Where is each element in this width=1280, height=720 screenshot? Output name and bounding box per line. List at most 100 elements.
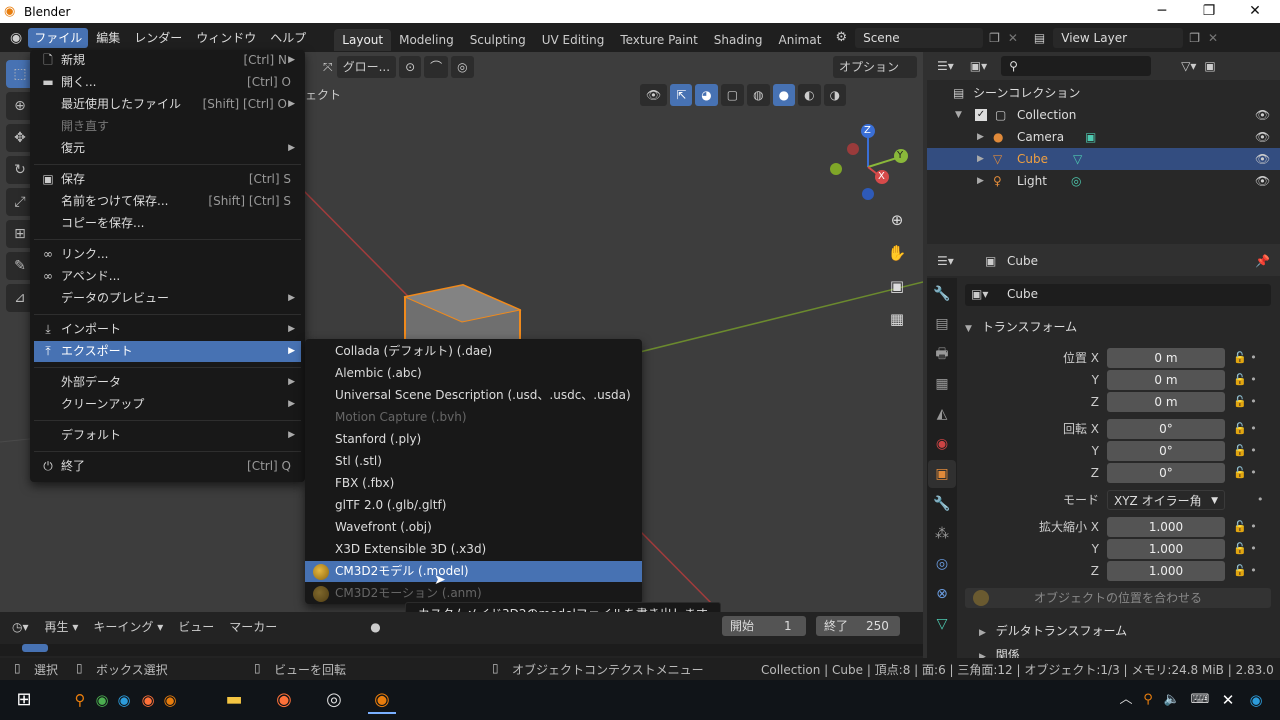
- timeline-editor-icon[interactable]: ◷▾: [12, 620, 29, 634]
- pivot-icon[interactable]: ⊙: [399, 56, 422, 78]
- data-tab-icon[interactable]: ▽: [928, 610, 956, 638]
- ortho-grid-icon[interactable]: ▦: [884, 306, 910, 332]
- menu-item-save[interactable]: ▣ 保存 [Ctrl] S: [34, 169, 301, 190]
- lock-icon[interactable]: 🔓 •: [1233, 419, 1257, 439]
- menu-edit[interactable]: 編集: [90, 28, 126, 48]
- xray-icon[interactable]: ▢: [720, 84, 745, 106]
- tab-modeling[interactable]: Modeling: [391, 29, 462, 51]
- export-fbx[interactable]: FBX (.fbx): [305, 473, 642, 494]
- transform-panel-header[interactable]: ▼ トランスフォーム: [965, 318, 1271, 338]
- outliner-collection[interactable]: ▼ ✓ ▢ Collection 👁: [927, 104, 1280, 126]
- eye-icon[interactable]: 👁: [1255, 126, 1270, 148]
- menu-item-save-copy[interactable]: コピーを保存...: [34, 213, 301, 234]
- display-mode-icon[interactable]: ▣▾: [970, 59, 987, 73]
- menu-item-recover[interactable]: 復元 ▶: [34, 138, 301, 159]
- options-dropdown[interactable]: オプション: [833, 56, 917, 78]
- view-layer-field[interactable]: View Layer: [1053, 27, 1184, 48]
- menu-file[interactable]: ファイル: [28, 27, 89, 48]
- menu-item-cleanup[interactable]: クリーンアップ ▶: [34, 394, 301, 415]
- eye-icon[interactable]: 👁: [1255, 148, 1270, 170]
- menu-item-quit[interactable]: ⏻ 終了 [Ctrl] Q: [34, 456, 301, 477]
- rotation-z-field[interactable]: 0°: [1107, 463, 1225, 483]
- lock-icon[interactable]: 🔓 •: [1233, 517, 1257, 537]
- notification-icon[interactable]: ◉: [1242, 686, 1270, 714]
- export-obj[interactable]: Wavefront (.obj): [305, 517, 642, 538]
- delete-view-layer-icon[interactable]: ✕: [1208, 31, 1218, 45]
- menu-item-save-as[interactable]: 名前をつけて保存... [Shift] [Ctrl] S: [34, 191, 301, 212]
- keyframe-dot-icon[interactable]: •: [1257, 490, 1264, 510]
- particles-tab-icon[interactable]: ⁂: [928, 520, 956, 548]
- location-z-field[interactable]: 0 m: [1107, 392, 1225, 412]
- menu-item-data-preview[interactable]: データのプレビュー ▶: [34, 288, 301, 309]
- menu-item-open[interactable]: ▬ 開く... [Ctrl] O: [34, 72, 301, 93]
- scale-y-field[interactable]: 1.000: [1107, 539, 1225, 559]
- delta-transform-header[interactable]: ▶ デルタトランスフォーム: [979, 622, 1127, 642]
- keyboard-icon[interactable]: ⌨: [1186, 686, 1214, 714]
- blender-taskbar-icon[interactable]: ◉: [368, 686, 396, 714]
- overlay-toggle-icon[interactable]: ◕: [695, 84, 718, 106]
- lock-icon[interactable]: 🔓 •: [1233, 370, 1257, 390]
- scene-tab-icon[interactable]: ◭: [928, 400, 956, 428]
- windows-start-icon[interactable]: ⊞: [10, 686, 38, 714]
- eye-icon[interactable]: 👁: [1255, 170, 1270, 192]
- file-explorer-icon[interactable]: ▬: [220, 686, 248, 714]
- menu-item-export[interactable]: ⤒ エクスポート ▶: [34, 341, 301, 362]
- playback-dropdown[interactable]: 再生 ▾: [39, 616, 85, 638]
- shading-solid-icon[interactable]: ●: [772, 84, 796, 106]
- obs-icon[interactable]: ◎: [320, 686, 348, 714]
- rotation-x-field[interactable]: 0°: [1107, 419, 1225, 439]
- editor-type-icon[interactable]: ☰▾: [937, 254, 954, 268]
- menu-window[interactable]: ウィンドウ: [190, 28, 262, 48]
- export-stl[interactable]: Stl (.stl): [305, 451, 642, 472]
- firefox-taskbar-icon[interactable]: ◉: [270, 686, 298, 714]
- start-frame-field[interactable]: 開始 1: [722, 616, 806, 636]
- close-button[interactable]: ✕: [1232, 0, 1278, 23]
- object-tab-icon[interactable]: ▣: [928, 460, 956, 488]
- proportional-edit-icon[interactable]: ◎: [451, 56, 474, 78]
- menu-item-defaults[interactable]: デフォルト ▶: [34, 425, 301, 446]
- menu-render[interactable]: レンダー: [128, 28, 188, 48]
- navigation-gizmo[interactable]: [828, 122, 918, 212]
- rotation-mode-dropdown[interactable]: XYZ オイラー角 ▼: [1107, 490, 1225, 510]
- export-usd[interactable]: Universal Scene Description (.usd、.usdc、…: [305, 385, 642, 406]
- modifier-tab-icon[interactable]: 🔧: [928, 490, 956, 518]
- new-view-layer-icon[interactable]: ❐: [1189, 31, 1200, 45]
- menu-item-import[interactable]: ⤓ インポート ▶: [34, 319, 301, 340]
- blender-taskbar-small-icon[interactable]: ◉: [156, 686, 184, 714]
- outliner-search-input[interactable]: ⚲: [1001, 56, 1152, 76]
- scale-x-field[interactable]: 1.000: [1107, 517, 1225, 537]
- view-layer-icon[interactable]: ▤: [1034, 31, 1045, 45]
- volume-icon[interactable]: 🔈: [1158, 686, 1186, 714]
- lock-icon[interactable]: 🔓 •: [1233, 539, 1257, 559]
- tab-animation[interactable]: Animat: [771, 29, 830, 51]
- export-gltf[interactable]: glTF 2.0 (.glb/.gltf): [305, 495, 642, 516]
- object-datablock-icon[interactable]: ▣▾: [971, 287, 988, 301]
- minimize-button[interactable]: ─: [1139, 0, 1185, 23]
- lock-icon[interactable]: 🔓 •: [1233, 392, 1257, 412]
- view-menu[interactable]: ビュー: [172, 616, 220, 638]
- location-x-field[interactable]: 0 m: [1107, 348, 1225, 368]
- maximize-button[interactable]: ❐: [1186, 0, 1232, 23]
- menu-item-recent[interactable]: 最近使用したファイル [Shift] [Ctrl] O ▶: [34, 94, 301, 115]
- gizmo-toggle-icon[interactable]: ⇱: [670, 84, 693, 106]
- menu-item-new[interactable]: 🗋 新規 [Ctrl] N ▶: [34, 50, 301, 71]
- snap-icon[interactable]: ⌒: [424, 56, 449, 78]
- playhead[interactable]: [22, 644, 48, 652]
- view-layer-tab-icon[interactable]: ▦: [928, 370, 956, 398]
- output-tab-icon[interactable]: 🖶: [928, 340, 956, 368]
- shading-material-icon[interactable]: ◐: [798, 84, 821, 106]
- visibility-icon[interactable]: 👁: [640, 84, 668, 106]
- tool-tab-icon[interactable]: 🔧: [928, 280, 956, 308]
- render-tab-icon[interactable]: ▤: [928, 310, 956, 338]
- editor-type-icon[interactable]: ☰▾: [937, 59, 954, 73]
- outliner-item-cube[interactable]: ▶ ▽ Cube ▽ 👁: [927, 148, 1280, 170]
- menu-help[interactable]: ヘルプ: [264, 28, 312, 48]
- tab-uv-editing[interactable]: UV Editing: [534, 29, 613, 51]
- lock-icon[interactable]: 🔓 •: [1233, 441, 1257, 461]
- physics-tab-icon[interactable]: ◎: [928, 550, 956, 578]
- shading-wireframe-icon[interactable]: ◍: [747, 84, 770, 106]
- delete-scene-icon[interactable]: ✕: [1008, 31, 1018, 45]
- new-scene-icon[interactable]: ❐: [989, 31, 1000, 45]
- tab-sculpting[interactable]: Sculpting: [462, 29, 534, 51]
- object-mode-label[interactable]: ェクト: [305, 86, 341, 103]
